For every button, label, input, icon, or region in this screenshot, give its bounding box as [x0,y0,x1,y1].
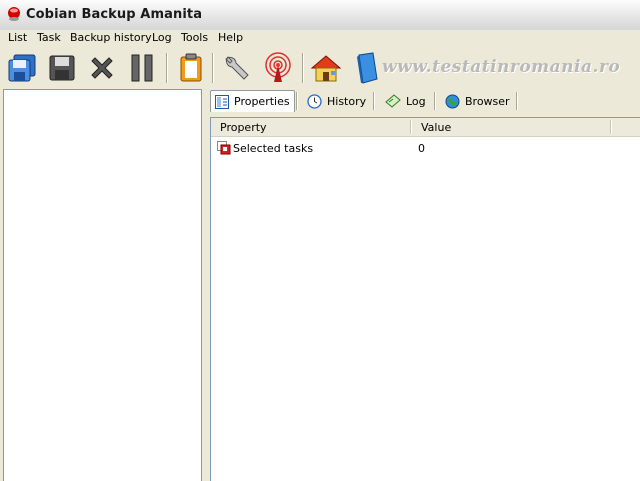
column-header-property[interactable]: Property [220,121,267,134]
tab-browser[interactable]: Browser [441,91,514,111]
properties-icon [215,94,229,109]
clock-icon [307,93,322,109]
tab-separator [434,92,436,110]
toolbar-separator [302,53,304,83]
service-button[interactable] [261,51,295,85]
table-row[interactable]: Selected tasks 0 [211,139,640,157]
column-divider[interactable] [410,120,412,134]
tasks-icon [217,141,231,155]
floppy-disks-icon [8,54,36,82]
save-list-button[interactable] [45,51,79,85]
window-title: Cobian Backup Amanita [26,7,203,22]
tab-separator [373,92,375,110]
tab-properties[interactable]: Properties [210,90,295,112]
tab-bar: Properties History Log Browser [208,89,640,113]
watermark-text: www.testatinromania.ro [382,57,621,77]
properties-list[interactable]: Property Value Selected tasks 0 [210,117,640,481]
column-divider[interactable] [610,120,612,134]
book-icon [357,52,378,84]
antenna-icon [265,52,291,82]
tab-history-label: History [327,94,367,108]
pane-splitter[interactable] [202,89,208,480]
toolbar: www.testatinromania.ro [0,47,640,89]
pause-button[interactable] [125,51,159,85]
tab-separator [296,92,298,110]
menu-help[interactable]: Help [217,31,244,44]
help-button[interactable] [350,51,384,85]
toolbar-separator [166,53,168,83]
app-logo-icon [8,7,20,21]
column-header-value[interactable]: Value [421,121,451,134]
log-icon [385,94,401,108]
menu-bar: List Task Backup history Log Tools Help [0,30,640,47]
backup-selected-button[interactable] [5,51,39,85]
task-list-pane[interactable] [3,89,202,481]
home-icon [310,55,342,82]
property-value: 0 [418,142,425,155]
pause-icon [131,54,153,82]
tab-log[interactable]: Log [381,91,430,111]
stop-button[interactable] [85,51,119,85]
menu-task[interactable]: Task [36,31,62,44]
tab-history[interactable]: History [303,91,370,111]
menu-list[interactable]: List [7,31,28,44]
title-bar: Cobian Backup Amanita [0,0,640,31]
clipboard-button[interactable] [174,51,208,85]
menu-tools[interactable]: Tools [180,31,209,44]
clipboard-icon [180,53,202,82]
homepage-button[interactable] [309,51,343,85]
menu-backup-history[interactable]: Backup history [69,31,153,44]
list-header: Property Value [211,118,640,137]
tab-browser-label: Browser [465,94,510,108]
globe-icon [445,94,460,108]
tab-log-label: Log [406,94,426,108]
options-button[interactable] [220,51,254,85]
tab-properties-label: Properties [234,95,290,108]
wrench-icon [225,56,249,80]
toolbar-separator [212,53,214,83]
floppy-disk-icon [49,55,75,81]
property-name: Selected tasks [233,142,314,155]
tab-separator [516,92,518,110]
close-x-icon [91,57,113,79]
menu-log[interactable]: Log [151,31,173,44]
